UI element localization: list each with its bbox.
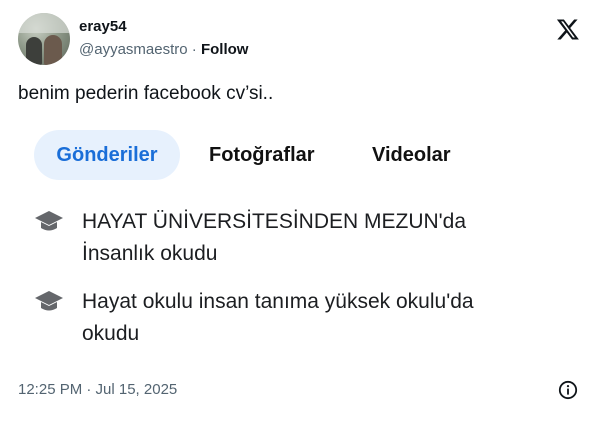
info-icon[interactable]: [558, 380, 578, 400]
education-line-2: okudu: [82, 322, 140, 345]
display-name[interactable]: eray54: [79, 17, 248, 37]
embedded-screenshot: Gönderiler Fotoğraflar Videolar HAYAT ÜN…: [18, 122, 582, 362]
follow-button[interactable]: Follow: [201, 41, 249, 58]
timestamp[interactable]: 12:25 PM · Jul 15, 2025: [18, 380, 177, 400]
separator: ·: [187, 41, 201, 58]
tab-photos[interactable]: Fotoğraflar: [209, 130, 315, 180]
tweet-text: benim pederin facebook cv’si..: [18, 83, 274, 104]
tab-videos[interactable]: Videolar: [372, 130, 451, 180]
avatar[interactable]: [18, 13, 70, 65]
graduation-cap-icon: [35, 291, 63, 311]
handle[interactable]: @ayyasmaestro: [79, 41, 188, 58]
education-line-1: Hayat okulu insan tanıma yüksek okulu'da: [82, 290, 474, 313]
education-line-1: HAYAT ÜNİVERSİTESİNDEN MEZUN'da: [82, 210, 467, 233]
handle-line: @ayyasmaestro · Follow: [79, 40, 248, 60]
tweet-footer: 12:25 PM · Jul 15, 2025: [18, 380, 582, 400]
tweet-header: eray54 @ayyasmaestro · Follow: [18, 13, 588, 65]
education-line-2: İnsanlık okudu: [82, 242, 218, 265]
education-text: Hayat okulu insan tanıma yüksek okulu'da…: [82, 286, 572, 350]
tab-posts[interactable]: Gönderiler: [34, 130, 180, 180]
graduation-cap-icon: [35, 211, 63, 231]
education-text: HAYAT ÜNİVERSİTESİNDEN MEZUN'da İnsanlık…: [82, 206, 572, 270]
x-logo-icon[interactable]: [556, 17, 580, 41]
user-block: eray54 @ayyasmaestro · Follow: [79, 17, 248, 60]
